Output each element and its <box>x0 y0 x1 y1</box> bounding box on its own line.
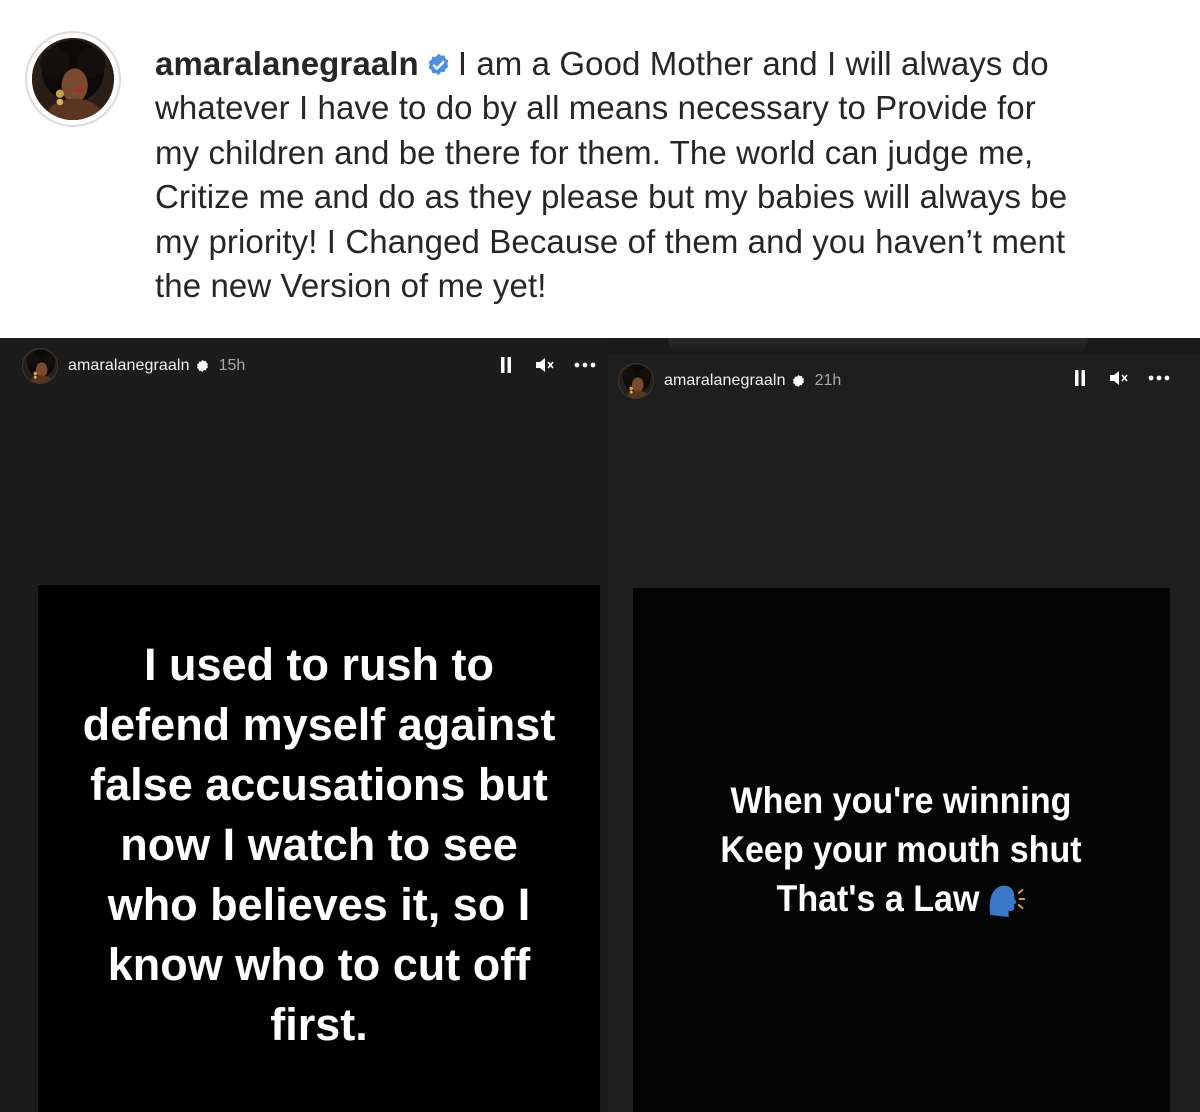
speaking-head-icon <box>989 885 1026 917</box>
story-text-line: defend myself against <box>82 699 556 750</box>
story-avatar[interactable] <box>22 348 58 384</box>
caption-text: I am a Good Mother and I will always do <box>457 45 1049 82</box>
story-text-line: know who to cut off <box>107 939 531 990</box>
story-text-line: false accusations but <box>90 759 548 810</box>
verified-badge-icon <box>791 374 806 389</box>
story-text-line: When you're winning <box>730 780 1072 821</box>
story-text-line: I used to rush to <box>143 639 494 690</box>
caption-line: Critize me and do as they please but my … <box>155 178 1068 216</box>
story-viewer-left: amaralanegraaln 15h I used to rush to de… <box>0 338 612 1112</box>
story-text: When you're winning Keep your mouth shut… <box>662 776 1140 923</box>
story-text-line: who believes it, so I <box>107 879 531 930</box>
caption-line: my priority! I Changed Because of them a… <box>155 222 1066 260</box>
caption-line: my children and be there for them. The w… <box>155 133 1034 171</box>
story-controls <box>1070 367 1172 389</box>
story-text-line: now I watch to see <box>120 819 518 870</box>
story-timestamp: 15h <box>218 357 246 374</box>
muted-speaker-icon[interactable] <box>534 354 556 376</box>
story-text-card: When you're winning Keep your mouth shut… <box>633 588 1170 1112</box>
more-options-icon[interactable] <box>572 354 598 376</box>
stories-section: amaralanegraaln 15h I used to rush to de… <box>0 338 1200 1112</box>
story-username[interactable]: amaralanegraaln <box>68 357 190 375</box>
post-caption: amaralanegraaln I am a Good Mother and I … <box>155 42 1165 308</box>
story-timestamp: 21h <box>814 372 842 389</box>
story-header: amaralanegraaln 21h <box>618 358 841 404</box>
caption-username[interactable]: amaralanegraaln <box>155 45 419 82</box>
story-text: I used to rush to defend myself against … <box>49 635 589 1055</box>
story-divider <box>608 338 1200 354</box>
muted-speaker-icon[interactable] <box>1108 367 1130 389</box>
story-username[interactable]: amaralanegraaln <box>664 372 786 390</box>
story-viewer-right: amaralanegraaln 21h When you're winning … <box>608 354 1200 1112</box>
story-text-line: Keep your mouth shut <box>720 829 1082 870</box>
avatar[interactable] <box>25 31 121 127</box>
avatar-image <box>32 38 114 120</box>
caption-line: amaralanegraaln I am a Good Mother and I … <box>155 42 1165 86</box>
verified-badge-icon <box>425 52 452 79</box>
pause-icon[interactable] <box>496 354 516 376</box>
story-text-card: I used to rush to defend myself against … <box>38 585 600 1112</box>
story-header: amaralanegraaln 15h <box>22 343 245 389</box>
verified-badge-icon <box>195 359 210 374</box>
story-text-line: first. <box>270 999 368 1050</box>
post-caption-section: amaralanegraaln I am a Good Mother and I … <box>0 0 1200 338</box>
story-text-line-content: That's a Law <box>776 878 980 919</box>
caption-line: the new Version of me yet! <box>155 267 547 305</box>
story-avatar[interactable] <box>618 363 654 399</box>
story-controls <box>496 354 598 376</box>
story-text-line: That's a Law <box>662 874 1140 923</box>
more-options-icon[interactable] <box>1146 367 1172 389</box>
pause-icon[interactable] <box>1070 367 1090 389</box>
caption-line: whatever I have to do by all means neces… <box>155 89 1036 127</box>
